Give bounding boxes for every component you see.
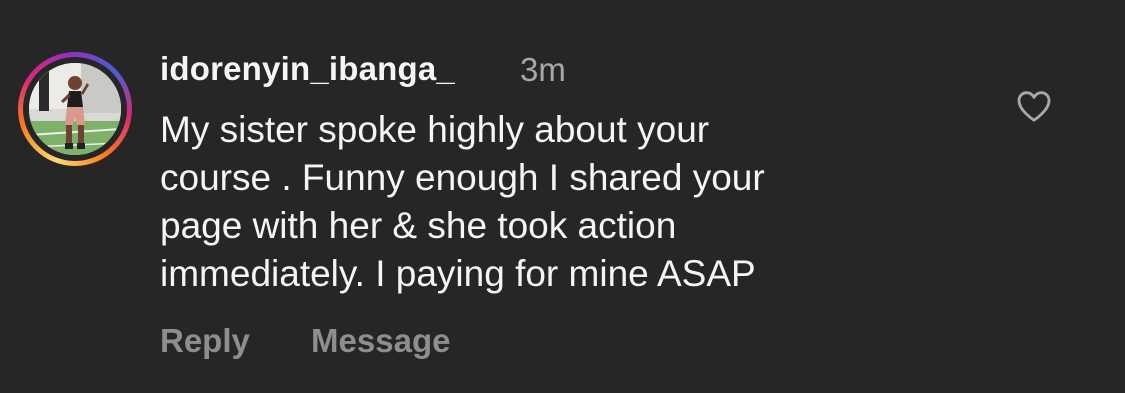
comment-actions: Reply Message <box>160 322 450 360</box>
avatar-photo-icon <box>29 63 121 155</box>
avatar-story-ring[interactable] <box>18 52 132 166</box>
comment-timestamp: 3m <box>520 51 566 88</box>
comment-text: My sister spoke highly about your course… <box>160 109 765 294</box>
comment-username[interactable]: idorenyin_ibanga_ <box>160 50 455 88</box>
avatar[interactable] <box>29 63 121 155</box>
comment-item: idorenyin_ibanga_ 3m My sister spoke hig… <box>0 0 1125 393</box>
heart-outline-icon <box>1017 91 1051 122</box>
message-button[interactable]: Message <box>311 322 450 360</box>
like-button[interactable] <box>1014 86 1054 126</box>
reply-button[interactable]: Reply <box>160 322 250 360</box>
